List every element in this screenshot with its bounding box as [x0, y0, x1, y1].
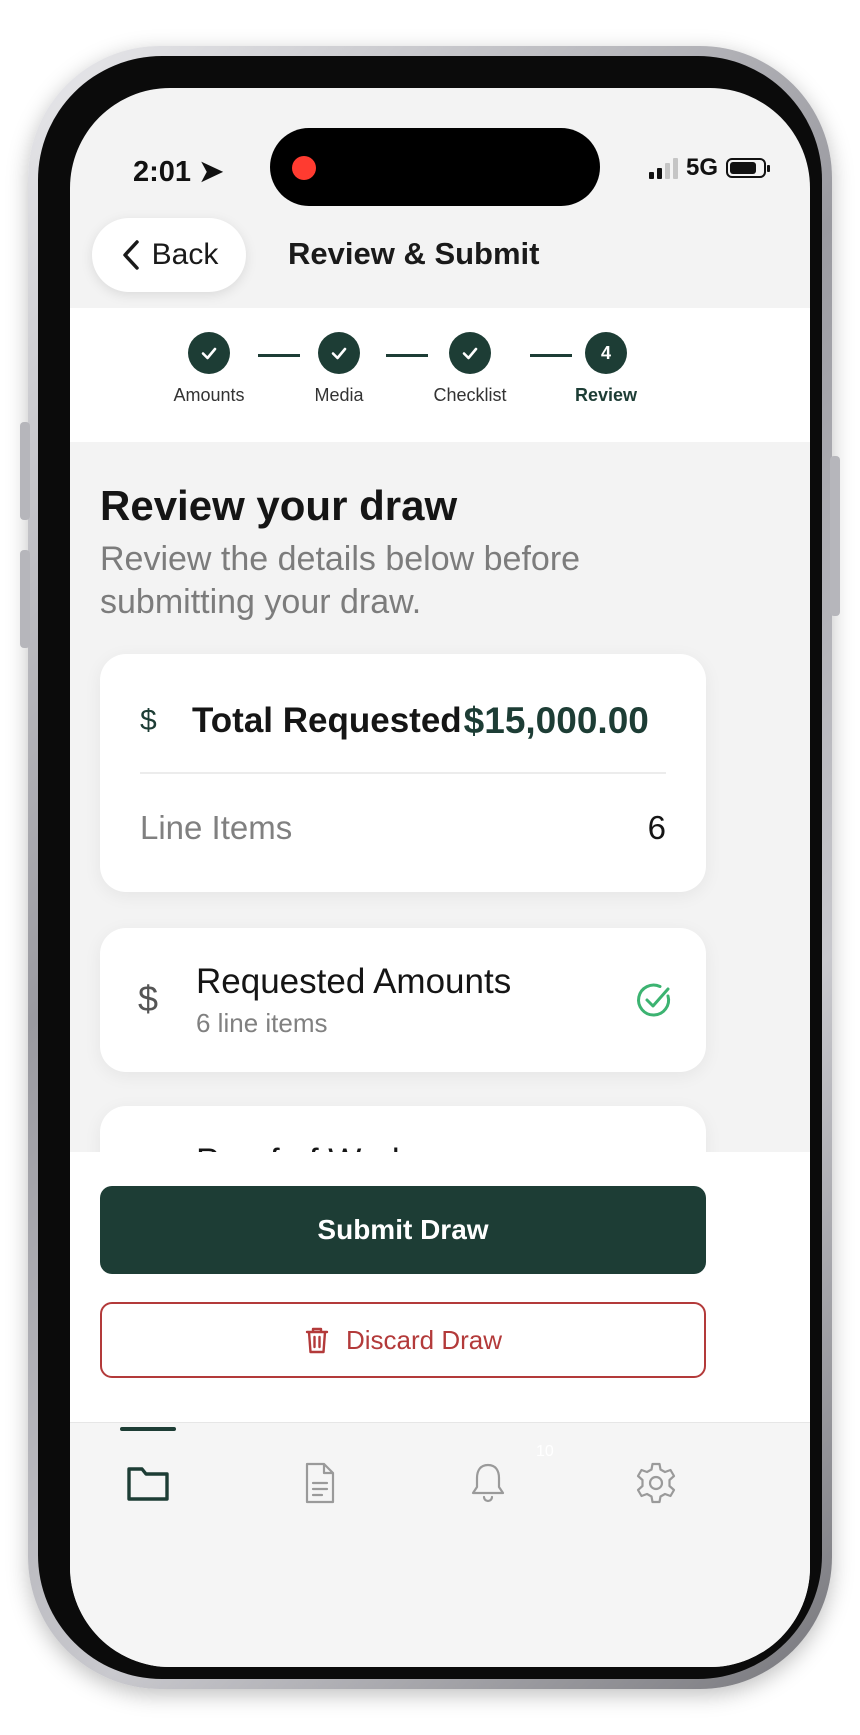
- total-requested-row: $ Total Requested $15,000.00: [140, 696, 666, 746]
- step-review[interactable]: 4 Review: [536, 332, 676, 406]
- volume-button: [20, 550, 30, 648]
- silent-switch: [20, 422, 30, 520]
- line-items-label: Line Items: [140, 809, 293, 846]
- check-circle-icon: [637, 983, 671, 1017]
- summary-card: $ Total Requested $15,000.00 Line Items …: [100, 654, 706, 892]
- tab-notifications[interactable]: [428, 1423, 548, 1543]
- status-time: 2:01 ➤: [133, 156, 224, 188]
- section-title: Requested Amounts: [196, 962, 512, 1001]
- dynamic-island: [270, 128, 600, 206]
- signal-icon: [648, 157, 678, 179]
- status-bar: 2:01 ➤ 5G: [70, 88, 810, 206]
- action-panel: Submit Draw Discard Draw: [70, 1152, 810, 1422]
- tab-settings[interactable]: [596, 1423, 716, 1543]
- discard-label: Discard Draw: [345, 1324, 503, 1355]
- step-amounts[interactable]: Amounts: [139, 332, 279, 406]
- document-icon: [305, 1462, 335, 1504]
- network-label: 5G: [685, 154, 718, 181]
- dollar-icon: $: [138, 978, 159, 1019]
- divider: [140, 772, 666, 774]
- section-title: Proof of Work: [196, 1142, 409, 1152]
- step-number: 4: [585, 332, 627, 374]
- tab-projects[interactable]: [88, 1423, 208, 1543]
- step-media[interactable]: Media: [269, 332, 409, 406]
- line-items-value: 6: [647, 809, 666, 846]
- recording-indicator-icon: [292, 156, 316, 180]
- page-header-title: Review & Submit: [288, 236, 540, 271]
- page-title: Review your draw: [100, 482, 458, 529]
- chevron-left-icon: [122, 240, 139, 270]
- back-label: Back: [151, 238, 219, 271]
- step-label: Amounts: [173, 385, 245, 405]
- phone-bezel: 2:01 ➤ 5G Back Review & Submit Amounts M…: [38, 56, 822, 1679]
- step-complete-icon: [449, 332, 491, 374]
- tab-bar: 10: [70, 1422, 810, 1667]
- section-subtitle: 6 line items: [196, 1008, 328, 1038]
- requested-amounts-card[interactable]: $ Requested Amounts 6 line items: [100, 928, 706, 1072]
- notification-badge: 10: [536, 1443, 554, 1460]
- dollar-icon: $: [140, 704, 157, 737]
- folder-icon: [127, 1467, 169, 1501]
- step-checklist[interactable]: Checklist: [400, 332, 540, 406]
- bell-icon: [471, 1463, 505, 1503]
- review-content[interactable]: Review your draw Review the details belo…: [70, 442, 810, 1152]
- phone-frame: 2:01 ➤ 5G Back Review & Submit Amounts M…: [20, 46, 840, 1689]
- gear-icon: [636, 1462, 676, 1504]
- progress-stepper: Amounts Media Checklist 4 Review: [70, 308, 810, 442]
- back-button[interactable]: Back: [92, 218, 246, 292]
- page-subtitle: Review the details below before submitti…: [100, 540, 581, 621]
- total-requested-value: $15,000.00: [463, 700, 649, 741]
- location-arrow-icon: ➤: [199, 156, 224, 188]
- trash-icon: [305, 1327, 329, 1354]
- battery-icon: [726, 158, 770, 178]
- proof-of-work-card[interactable]: Proof of Work: [100, 1106, 706, 1152]
- step-label: Media: [314, 385, 364, 405]
- step-complete-icon: [318, 332, 360, 374]
- nav-bar: Back Review & Submit: [70, 206, 810, 308]
- submit-draw-button[interactable]: Submit Draw: [100, 1186, 706, 1274]
- step-complete-icon: [188, 332, 230, 374]
- total-requested-label: Total Requested: [192, 701, 462, 740]
- step-label: Review: [574, 385, 638, 405]
- tab-documents[interactable]: [260, 1423, 380, 1543]
- step-label: Checklist: [433, 385, 507, 405]
- status-indicators: 5G: [648, 154, 770, 182]
- discard-draw-button[interactable]: Discard Draw: [100, 1302, 706, 1378]
- power-button: [830, 456, 840, 616]
- app-screen: 2:01 ➤ 5G Back Review & Submit Amounts M…: [70, 88, 810, 1667]
